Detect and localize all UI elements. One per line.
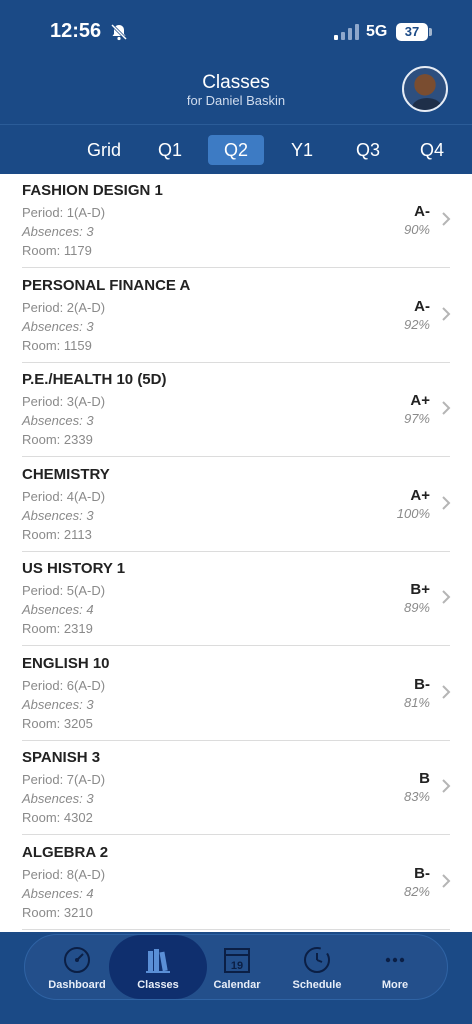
- status-time: 12:56: [50, 20, 102, 42]
- class-absences: Absences: 3: [22, 413, 94, 428]
- class-absences: Absences: 3: [22, 507, 94, 523]
- class-room: Room: 2339: [22, 432, 93, 447]
- class-row[interactable]: ALGEBRA 2 Period: 8(A-D) Absences: 4 Room: …: [0, 836, 472, 930]
- class-period: Period: 3(A-D): [22, 394, 106, 409]
- class-percent: 97%: [403, 411, 430, 426]
- class-room: Room: 1159: [22, 337, 92, 353]
- class-grade: B: [419, 770, 430, 787]
- svg-text:19: 19: [231, 960, 243, 972]
- silent-bell-icon: [110, 23, 128, 41]
- class-period: Period: 4(A-D): [22, 488, 106, 504]
- class-period: Period: 2(A-D): [22, 299, 106, 315]
- chevron-right-icon: [442, 873, 451, 888]
- class-percent: 100%: [396, 505, 430, 521]
- class-name: US HISTORY 1: [22, 560, 126, 577]
- page-subtitle: for Daniel Baskin: [186, 93, 286, 108]
- books-icon: [146, 949, 170, 973]
- bottom-bar: Dashboard Classes 19 Calendar Schedule M…: [0, 932, 472, 1024]
- chevron-right-icon: [442, 590, 451, 604]
- tab-q1[interactable]: Q1: [148, 135, 192, 165]
- chevron-right-icon: [442, 401, 451, 415]
- row-divider: [22, 928, 450, 930]
- tab-y1[interactable]: Y1: [280, 135, 324, 165]
- nav-more[interactable]: More: [349, 935, 441, 999]
- tab-q3[interactable]: Q3: [346, 135, 390, 165]
- speedometer-icon: [64, 947, 90, 973]
- class-name: ALGEBRA 2: [22, 843, 109, 861]
- class-name: CHEMISTRY: [22, 465, 110, 483]
- class-room: Room: 3210: [22, 904, 93, 920]
- network-label: 5G: [366, 23, 388, 40]
- class-grade: A-: [414, 203, 430, 220]
- nav-calendar[interactable]: 19 Calendar: [191, 935, 283, 999]
- class-grade: A-: [414, 297, 430, 315]
- class-name: ENGLISH 10: [22, 654, 110, 672]
- calendar-icon: 19: [224, 948, 250, 973]
- class-name: SPANISH 3: [22, 749, 101, 766]
- battery-icon: 37: [396, 23, 428, 41]
- avatar[interactable]: [402, 66, 448, 112]
- class-row[interactable]: P.E./HEALTH 10 (5D) Period: 3(A-D) Absence…: [0, 363, 472, 457]
- tab-q4[interactable]: Q4: [410, 135, 454, 165]
- term-tabs: Grid Q1 Q2 Y1 Q3 Q4: [0, 124, 472, 174]
- class-grade: B+: [410, 581, 430, 598]
- status-bar: 12:56 5G 37: [0, 0, 472, 60]
- class-grade: A+: [410, 486, 430, 504]
- class-period: Period: 1(A-D): [22, 205, 106, 220]
- chevron-right-icon: [442, 212, 451, 226]
- class-row[interactable]: PERSONAL FINANCE A Period: 2(A-D) Absences…: [0, 269, 472, 363]
- class-room: Room: 2319: [22, 621, 93, 636]
- class-percent: 90%: [403, 222, 430, 237]
- class-percent: 92%: [403, 316, 430, 332]
- class-row[interactable]: ENGLISH 10 Period: 6(A-D) Absences: 3 Room:…: [0, 647, 472, 741]
- class-name: FASHION DESIGN 1: [22, 182, 163, 199]
- class-grade: B-: [414, 675, 430, 693]
- tab-q2[interactable]: Q2: [208, 135, 264, 165]
- header: 12:56 5G 37 Classes for Daniel Baskin: [0, 0, 472, 124]
- class-row[interactable]: US HISTORY 1 Period: 5(A-D) Absences: 4 Roo…: [0, 552, 472, 646]
- class-percent: 82%: [403, 883, 430, 899]
- class-absences: Absences: 3: [22, 696, 94, 712]
- class-room: Room: 4302: [22, 810, 93, 825]
- class-row[interactable]: FASHION DESIGN 1 Period: 1(A-D) Absences: …: [0, 174, 472, 268]
- class-grade: A+: [410, 392, 430, 409]
- class-row[interactable]: CHEMISTRY Period: 4(A-D) Absences: 3 Room: …: [0, 458, 472, 552]
- chevron-right-icon: [442, 684, 451, 699]
- class-absences: Absences: 3: [22, 224, 94, 239]
- chevron-right-icon: [442, 495, 451, 510]
- battery-tip: [429, 28, 432, 36]
- clock-icon: [304, 947, 330, 973]
- class-percent: 89%: [403, 600, 430, 615]
- class-room: Room: 1179: [22, 243, 92, 258]
- class-percent: 81%: [403, 694, 430, 710]
- chevron-right-icon: [442, 779, 451, 793]
- class-name: PERSONAL FINANCE A: [22, 276, 191, 294]
- class-period: Period: 6(A-D): [22, 677, 106, 693]
- class-percent: 83%: [403, 789, 430, 804]
- class-absences: Absences: 4: [22, 602, 94, 617]
- class-room: Room: 3205: [22, 715, 93, 731]
- class-period: Period: 8(A-D): [22, 866, 106, 882]
- bottom-nav: Dashboard Classes 19 Calendar Schedule M…: [24, 934, 448, 1000]
- nav-more-label: More: [381, 979, 409, 991]
- class-row[interactable]: SPANISH 3 Period: 7(A-D) Absences: 3 Room: …: [0, 741, 472, 835]
- class-absences: Absences: 3: [22, 791, 94, 806]
- nav-calendar-label: Calendar: [213, 979, 261, 991]
- class-name: P.E./HEALTH 10 (5D): [22, 371, 167, 388]
- signal-icon: [334, 24, 359, 40]
- more-dots-icon: [385, 957, 405, 963]
- class-period: Period: 7(A-D): [22, 772, 106, 787]
- class-absences: Absences: 3: [22, 318, 94, 334]
- class-period: Period: 5(A-D): [22, 583, 106, 598]
- class-absences: Absences: 4: [22, 885, 94, 901]
- class-grade: B-: [414, 864, 430, 882]
- chevron-right-icon: [442, 306, 451, 321]
- tab-grid[interactable]: Grid: [78, 135, 130, 165]
- class-room: Room: 2113: [22, 526, 92, 542]
- class-list: FASHION DESIGN 1 Period: 1(A-D) Absences: …: [0, 174, 472, 932]
